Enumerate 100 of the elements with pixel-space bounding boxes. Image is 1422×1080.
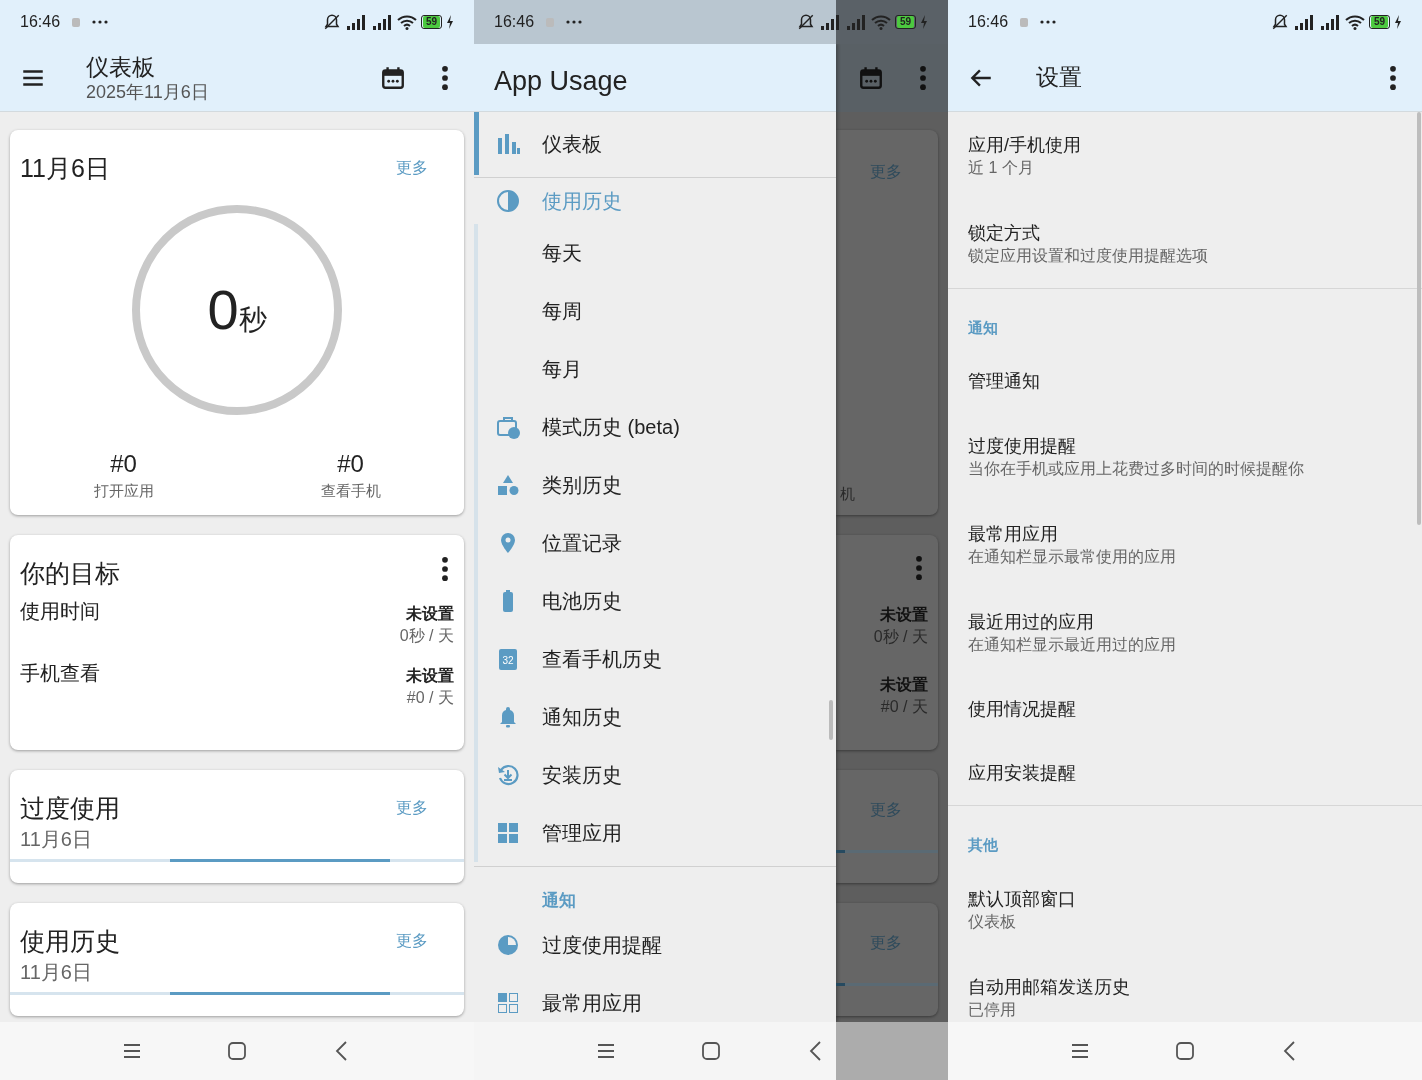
drawer-item[interactable]: 过度使用提醒 [474, 916, 836, 974]
card-title: 使用历史 [20, 926, 120, 957]
screen-title: 设置 [1036, 63, 1082, 93]
drawer-title: App Usage [494, 64, 628, 97]
card-date: 11月6日 [19, 960, 93, 985]
status-time: 16:46 [20, 12, 61, 32]
goal-target: #0 / 天 [406, 688, 454, 708]
progress-indicator [836, 983, 845, 986]
notification-icon [1018, 16, 1031, 28]
progress-indicator [836, 850, 845, 853]
settings-item[interactable]: 管理通知 [948, 349, 1422, 413]
more-options-icon [442, 65, 448, 90]
settings-item[interactable]: 过度使用提醒 当你在手机或应用上花费过多时间的时候提醒你 [948, 413, 1422, 501]
settings-item[interactable]: 最近用过的应用 在通知栏显示最近用过的应用 [948, 589, 1422, 677]
stat-label: 机 [839, 484, 856, 504]
drawer-item[interactable]: 最常用应用 [474, 974, 836, 1022]
battery-level: 59 [894, 15, 916, 29]
card-title: 11月6日 [20, 153, 110, 184]
notification-icon [70, 16, 83, 28]
shapes-icon [496, 473, 520, 497]
charging-icon [920, 15, 928, 29]
settings-item[interactable]: 锁定方式 锁定应用设置和过度使用提醒选项 [948, 200, 1422, 288]
calendar-icon [380, 64, 406, 91]
drawer-item[interactable]: 电池历史 [478, 572, 836, 630]
drawer-item[interactable]: 位置记录 [478, 514, 836, 572]
drawer-item[interactable]: 管理应用 [478, 804, 836, 862]
wifi-icon [396, 14, 417, 30]
charging-icon [446, 15, 454, 29]
more-options-icon [920, 66, 926, 90]
settings-item[interactable]: 自动用邮箱发送历史 已停用 [948, 954, 1422, 1022]
screen-title: 仪表板 [86, 52, 156, 81]
settings-item[interactable]: 使用情况提醒 [948, 677, 1422, 741]
signal-icon [370, 14, 393, 30]
stat-label: 查看手机 [320, 481, 381, 501]
goal-label: 使用时间 [20, 599, 100, 624]
calendar-date-icon: 32 [496, 647, 520, 671]
screen-subtitle: 2025年11月6日 [86, 80, 209, 103]
card-title: 过度使用 [20, 793, 120, 824]
card-date: 11月6日 [19, 827, 93, 852]
settings-item[interactable]: 应用安装提醒 [948, 741, 1422, 805]
bar-chart-icon [496, 131, 520, 156]
grid-icon [496, 991, 520, 1015]
drawer-item[interactable]: 安装历史 [478, 746, 836, 804]
scroll-bar [829, 700, 833, 740]
signal-icon [844, 14, 867, 30]
muted-bell-icon [796, 13, 815, 31]
signal-icon [1292, 14, 1315, 30]
drawer-item[interactable]: 每天 [478, 224, 836, 282]
battery-level: 59 [420, 15, 442, 29]
battery-level: 59 [1368, 15, 1390, 29]
more-options-icon [916, 556, 922, 580]
section-heading: 其他 [967, 835, 999, 855]
wifi-icon [870, 14, 891, 30]
charging-icon [1394, 15, 1402, 29]
drawer-item[interactable]: 类别历史 [478, 456, 836, 514]
history-download-icon [496, 763, 520, 787]
section-heading: 通知 [541, 890, 577, 912]
goal-status: 未设置 [880, 605, 928, 625]
settings-item[interactable]: 默认顶部窗口 仪表板 [948, 866, 1422, 954]
more-notifications-icon [92, 20, 109, 24]
stat-value: #0 [110, 450, 137, 478]
drawer-item[interactable]: 32 查看手机历史 [478, 630, 836, 688]
calendar-icon [858, 65, 884, 91]
total-time: 0秒 [207, 280, 267, 340]
drawer-item[interactable]: 通知历史 [478, 688, 836, 746]
goal-label: 手机查看 [20, 661, 100, 686]
goal-status: 未设置 [880, 675, 928, 695]
more-options-icon [1390, 65, 1396, 90]
briefcase-clock-icon [496, 415, 520, 439]
signal-icon [818, 14, 841, 30]
muted-bell-icon [1270, 13, 1289, 31]
grid-icon [496, 821, 520, 845]
signal-icon [344, 14, 367, 30]
goal-status: 未设置 [406, 666, 454, 686]
drawer-item[interactable]: 每周 [478, 282, 836, 340]
drawer-item[interactable]: 每月 [478, 340, 836, 398]
home-button[interactable] [225, 1039, 249, 1063]
drawer-item[interactable]: 模式历史 (beta) [478, 398, 836, 456]
goal-status: 未设置 [406, 604, 454, 624]
signal-icon [1318, 14, 1341, 30]
stat-value: #0 [337, 450, 364, 478]
goal-target: 0秒 / 天 [399, 626, 454, 646]
status-time: 16:46 [968, 12, 1009, 32]
home-button[interactable] [699, 1039, 723, 1063]
stat-label: 打开应用 [93, 481, 154, 501]
goal-target: #0 / 天 [880, 697, 928, 717]
settings-item[interactable]: 最常用应用 在通知栏显示最常使用的应用 [948, 501, 1422, 589]
goal-target: 0秒 / 天 [873, 627, 928, 647]
more-notifications-icon [566, 20, 583, 24]
pie-chart-icon [496, 933, 520, 957]
calendar-button[interactable] [380, 64, 406, 91]
card-title: 你的目标 [20, 558, 120, 589]
pie-chart-icon [496, 189, 520, 213]
settings-item[interactable]: 应用/手机使用 近 1 个月 [948, 112, 1422, 200]
more-notifications-icon [1040, 20, 1057, 24]
muted-bell-icon [322, 13, 341, 31]
home-button[interactable] [1173, 1039, 1197, 1063]
wifi-icon [1344, 14, 1365, 30]
more-options-icon [442, 557, 448, 581]
status-time: 16:46 [494, 12, 535, 32]
